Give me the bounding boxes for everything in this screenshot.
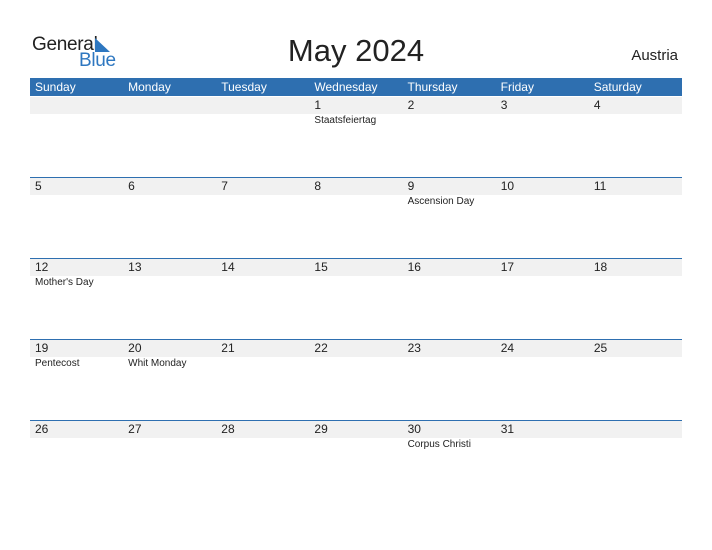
day-cell: 10 — [496, 178, 589, 259]
day-cell: 24 — [496, 340, 589, 421]
day-cell: 28 — [216, 421, 309, 502]
day-number: 27 — [128, 422, 142, 436]
week-row: 26 27 28 29 30 Corpus Christi 31 — [30, 420, 682, 502]
day-cell: 12 Mother's Day — [30, 259, 123, 340]
day-number: 22 — [314, 341, 328, 355]
day-number: 18 — [593, 260, 608, 274]
day-cell: 25 — [589, 340, 682, 421]
weekday-friday: Friday — [500, 80, 534, 94]
day-number: 8 — [314, 179, 322, 193]
holiday-label: Whit Monday — [128, 358, 187, 369]
weekday-monday: Monday — [128, 80, 171, 94]
day-number: 14 — [221, 260, 235, 274]
day-cell: 11 — [589, 178, 682, 259]
weekday-wednesday: Wednesday — [314, 80, 378, 94]
day-cell: 21 — [216, 340, 309, 421]
holiday-label: Pentecost — [35, 358, 80, 369]
day-number: 29 — [314, 422, 328, 436]
day-cell: 2 — [403, 97, 496, 178]
day-cell: 31 — [496, 421, 589, 502]
day-number: 21 — [221, 341, 235, 355]
day-cell: 20 Whit Monday — [123, 340, 216, 421]
weekday-tuesday: Tuesday — [221, 80, 267, 94]
day-number: 25 — [593, 341, 608, 355]
week-row: 5 6 7 8 9 Ascension Day 10 11 — [30, 177, 682, 259]
holiday-label: Ascension Day — [407, 196, 475, 207]
day-cell: 17 — [496, 259, 589, 340]
day-number: 7 — [221, 179, 228, 193]
week-row: 19 Pentecost 20 Whit Monday 21 22 23 24 25 — [30, 339, 682, 421]
day-cell — [30, 97, 123, 178]
day-number: 11 — [593, 179, 607, 193]
day-cell: 1 Staatsfeiertag — [309, 97, 402, 178]
day-cell: 7 — [216, 178, 309, 259]
day-number: 12 — [35, 260, 49, 274]
day-number: 19 — [35, 341, 49, 355]
day-number: 30 — [407, 422, 421, 436]
weekday-saturday: Saturday — [593, 80, 642, 94]
day-cell: 14 — [216, 259, 309, 340]
holiday-label: Corpus Christi — [407, 439, 471, 450]
day-cell: 6 — [123, 178, 216, 259]
country-label: Austria — [631, 47, 678, 64]
day-number: 17 — [500, 260, 515, 274]
day-cell: 22 — [309, 340, 402, 421]
day-number: 3 — [500, 98, 508, 112]
day-cell: 8 — [309, 178, 402, 259]
day-number: 2 — [407, 98, 415, 112]
weekday-thursday: Thursday — [407, 80, 458, 94]
day-cell: 19 Pentecost — [30, 340, 123, 421]
day-number: 26 — [35, 422, 49, 436]
week-row: 1 Staatsfeiertag 2 3 4 — [30, 97, 682, 178]
day-number: 1 — [314, 98, 322, 112]
day-number: 5 — [35, 179, 42, 193]
week-row: 12 Mother's Day 13 14 15 16 17 18 — [30, 258, 682, 340]
day-number: 16 — [407, 260, 421, 274]
day-cell — [123, 97, 216, 178]
day-number: 20 — [128, 341, 142, 355]
weekday-header: Sunday Monday Tuesday Wednesday Thursday… — [30, 78, 682, 96]
day-number: 6 — [128, 179, 135, 193]
day-cell: 9 Ascension Day — [403, 178, 496, 259]
day-number: 15 — [314, 260, 328, 274]
day-cell: 29 — [309, 421, 402, 502]
day-cell: 3 — [496, 97, 589, 178]
holiday-label: Mother's Day — [35, 277, 94, 288]
day-number: 13 — [128, 260, 142, 274]
calendar-title: May 2024 — [287, 33, 425, 68]
day-number: 10 — [500, 179, 515, 193]
day-cell: 13 — [123, 259, 216, 340]
day-cell: 26 — [30, 421, 123, 502]
day-number: 28 — [221, 422, 235, 436]
day-number: 4 — [593, 98, 601, 112]
day-cell: 30 Corpus Christi — [403, 421, 496, 502]
day-number: 9 — [407, 179, 415, 193]
day-cell: 16 — [403, 259, 496, 340]
day-number: 31 — [500, 422, 515, 436]
weekday-sunday: Sunday — [35, 80, 76, 94]
day-cell: 5 — [30, 178, 123, 259]
day-cell: 27 — [123, 421, 216, 502]
holiday-label: Staatsfeiertag — [314, 115, 377, 126]
day-number: 24 — [500, 341, 515, 355]
day-cell: 4 — [589, 97, 682, 178]
day-cell — [589, 421, 682, 502]
day-cell — [216, 97, 309, 178]
day-cell: 18 — [589, 259, 682, 340]
day-cell: 15 — [309, 259, 402, 340]
day-cell: 23 — [403, 340, 496, 421]
day-number: 23 — [407, 341, 421, 355]
